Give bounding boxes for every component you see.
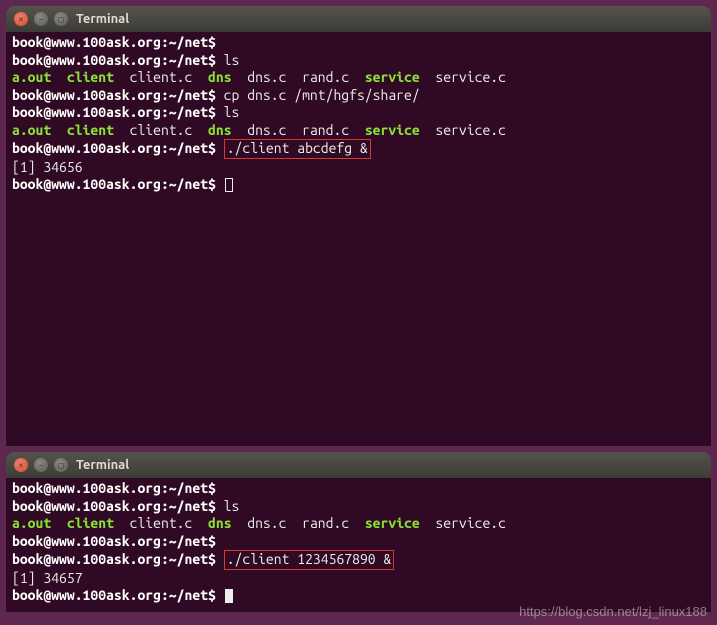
prompt-line: book@www.100ask.org:~/net$ cp dns.c /mnt… (12, 87, 705, 105)
maximize-icon[interactable]: ▢ (54, 458, 68, 472)
prompt-line: book@www.100ask.org:~/net$ ./client abcd… (12, 139, 705, 159)
minimize-icon[interactable]: – (34, 12, 48, 26)
prompt-line: book@www.100ask.org:~/net$ ls (12, 498, 705, 516)
output-line: [1] 34657 (12, 570, 705, 588)
maximize-icon[interactable]: ▢ (54, 12, 68, 26)
terminal-window-2: ✕ – ▢ Terminal book@www.100ask.org:~/net… (6, 452, 711, 612)
cursor (225, 178, 233, 192)
terminal-body-1[interactable]: book@www.100ask.org:~/net$ book@www.100a… (6, 32, 711, 196)
prompt-line: book@www.100ask.org:~/net$ (12, 480, 705, 498)
titlebar[interactable]: ✕ – ▢ Terminal (6, 6, 711, 32)
ls-output: a.out client client.c dns dns.c rand.c s… (12, 69, 705, 87)
terminal-body-2[interactable]: book@www.100ask.org:~/net$ book@www.100a… (6, 478, 711, 607)
ls-output: a.out client client.c dns dns.c rand.c s… (12, 122, 705, 140)
window-controls: ✕ – ▢ (14, 12, 68, 26)
prompt-line: book@www.100ask.org:~/net$ ls (12, 52, 705, 70)
prompt-line: book@www.100ask.org:~/net$ (12, 176, 705, 194)
window-controls: ✕ – ▢ (14, 458, 68, 472)
cursor (225, 589, 233, 603)
prompt-line: book@www.100ask.org:~/net$ (12, 34, 705, 52)
minimize-icon[interactable]: – (34, 458, 48, 472)
prompt-line: book@www.100ask.org:~/net$ ls (12, 104, 705, 122)
ls-output: a.out client client.c dns dns.c rand.c s… (12, 515, 705, 533)
highlighted-command: ./client abcdefg & (224, 139, 371, 159)
prompt-line: book@www.100ask.org:~/net$ (12, 587, 705, 605)
prompt-line: book@www.100ask.org:~/net$ (12, 533, 705, 551)
terminal-window-1: ✕ – ▢ Terminal book@www.100ask.org:~/net… (6, 6, 711, 446)
window-title: Terminal (76, 458, 129, 472)
prompt-line: book@www.100ask.org:~/net$ ./client 1234… (12, 550, 705, 570)
window-title: Terminal (76, 12, 129, 26)
watermark-text: https://blog.csdn.net/lzj_linux188 (519, 604, 707, 619)
close-icon[interactable]: ✕ (14, 458, 28, 472)
highlighted-command: ./client 1234567890 & (224, 550, 395, 570)
titlebar[interactable]: ✕ – ▢ Terminal (6, 452, 711, 478)
close-icon[interactable]: ✕ (14, 12, 28, 26)
output-line: [1] 34656 (12, 159, 705, 177)
